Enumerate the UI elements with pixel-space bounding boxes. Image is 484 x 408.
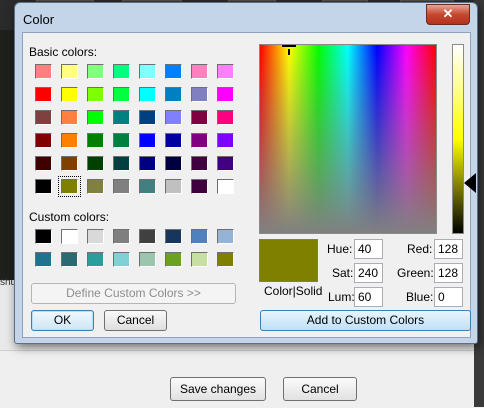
custom-color-swatch[interactable] bbox=[165, 229, 182, 244]
basic-color-swatch[interactable] bbox=[191, 87, 208, 102]
basic-color-swatch[interactable] bbox=[165, 110, 182, 125]
blue-field[interactable]: 0 bbox=[434, 287, 463, 307]
basic-color-swatch[interactable] bbox=[35, 156, 52, 171]
basic-color-swatch[interactable] bbox=[113, 87, 130, 102]
basic-color-swatch[interactable] bbox=[58, 176, 81, 197]
basic-color-swatch[interactable] bbox=[139, 110, 156, 125]
basic-color-swatch[interactable] bbox=[61, 87, 78, 102]
custom-color-swatch[interactable] bbox=[217, 252, 234, 267]
basic-color-swatch[interactable] bbox=[35, 87, 52, 102]
dialog-client-area: Basic colors: Custom colors: Define Cust… bbox=[22, 32, 476, 338]
custom-color-swatch[interactable] bbox=[61, 252, 78, 267]
basic-color-swatch[interactable] bbox=[191, 110, 208, 125]
close-button[interactable]: ✕ bbox=[426, 4, 470, 25]
basic-color-swatch[interactable] bbox=[139, 133, 156, 148]
blue-label: Blue: bbox=[406, 290, 434, 304]
red-label: Red: bbox=[407, 242, 433, 256]
basic-color-swatch[interactable] bbox=[87, 133, 104, 148]
basic-color-swatch[interactable] bbox=[139, 179, 156, 194]
basic-color-swatch[interactable] bbox=[139, 64, 156, 79]
add-to-custom-colors-button[interactable]: Add to Custom Colors bbox=[260, 310, 471, 331]
basic-color-swatch[interactable] bbox=[191, 179, 208, 194]
dialog-title: Color bbox=[23, 12, 55, 27]
basic-color-swatch[interactable] bbox=[87, 110, 104, 125]
define-custom-colors-button[interactable]: Define Custom Colors >> bbox=[31, 283, 236, 304]
basic-color-swatch[interactable] bbox=[191, 133, 208, 148]
luminosity-slider[interactable] bbox=[452, 44, 464, 234]
basic-color-swatch[interactable] bbox=[113, 179, 130, 194]
sat-field[interactable]: 240 bbox=[354, 263, 383, 283]
basic-color-swatch[interactable] bbox=[35, 179, 52, 194]
basic-color-swatch[interactable] bbox=[165, 133, 182, 148]
luminosity-arrow-icon[interactable] bbox=[464, 173, 476, 193]
color-preview bbox=[259, 239, 318, 282]
basic-color-swatch[interactable] bbox=[35, 133, 52, 148]
green-label: Green: bbox=[397, 266, 434, 280]
hue-label: Hue: bbox=[327, 242, 353, 256]
basic-color-swatch[interactable] bbox=[217, 179, 234, 194]
custom-color-swatch[interactable] bbox=[139, 252, 156, 267]
basic-color-swatch[interactable] bbox=[165, 87, 182, 102]
basic-color-swatch[interactable] bbox=[165, 156, 182, 171]
basic-color-swatch[interactable] bbox=[217, 87, 234, 102]
close-icon: ✕ bbox=[442, 6, 454, 21]
lum-label: Lum: bbox=[328, 290, 355, 304]
custom-colors-label: Custom colors: bbox=[29, 210, 110, 224]
custom-color-swatch[interactable] bbox=[113, 252, 130, 267]
custom-color-swatch[interactable] bbox=[191, 252, 208, 267]
basic-color-swatch[interactable] bbox=[35, 64, 52, 79]
custom-color-swatch[interactable] bbox=[87, 252, 104, 267]
hue-field[interactable]: 40 bbox=[354, 239, 383, 259]
basic-color-swatch[interactable] bbox=[87, 156, 104, 171]
basic-color-swatch[interactable] bbox=[139, 87, 156, 102]
basic-color-swatch[interactable] bbox=[191, 64, 208, 79]
basic-colors-label: Basic colors: bbox=[29, 45, 98, 59]
crosshair-icon bbox=[288, 49, 290, 55]
custom-color-swatch[interactable] bbox=[191, 229, 208, 244]
color-spectrum[interactable] bbox=[259, 44, 437, 234]
basic-color-swatch[interactable] bbox=[165, 64, 182, 79]
basic-color-swatch[interactable] bbox=[87, 64, 104, 79]
basic-color-swatch[interactable] bbox=[35, 110, 52, 125]
background-cancel-button[interactable]: Cancel bbox=[283, 377, 357, 401]
basic-color-swatch[interactable] bbox=[87, 179, 104, 194]
custom-color-swatch[interactable] bbox=[35, 229, 52, 244]
custom-color-swatch[interactable] bbox=[35, 252, 52, 267]
basic-color-swatch[interactable] bbox=[113, 64, 130, 79]
custom-color-swatch[interactable] bbox=[139, 229, 156, 244]
basic-color-swatch[interactable] bbox=[113, 133, 130, 148]
green-field[interactable]: 128 bbox=[434, 263, 463, 283]
cancel-button[interactable]: Cancel bbox=[104, 310, 167, 331]
sat-label: Sat: bbox=[332, 266, 354, 280]
custom-color-swatch[interactable] bbox=[165, 252, 182, 267]
basic-color-swatch[interactable] bbox=[217, 110, 234, 125]
custom-color-swatch[interactable] bbox=[87, 229, 104, 244]
custom-color-swatch[interactable] bbox=[113, 229, 130, 244]
save-changes-button[interactable]: Save changes bbox=[170, 377, 266, 401]
basic-color-swatch[interactable] bbox=[61, 64, 78, 79]
red-field[interactable]: 128 bbox=[434, 239, 463, 259]
basic-color-swatch[interactable] bbox=[61, 110, 78, 125]
basic-color-swatch[interactable] bbox=[87, 87, 104, 102]
basic-color-swatch[interactable] bbox=[191, 156, 208, 171]
basic-color-swatch[interactable] bbox=[217, 133, 234, 148]
color-solid-label: Color|Solid bbox=[264, 284, 323, 298]
basic-color-swatch[interactable] bbox=[61, 133, 78, 148]
crosshair-icon bbox=[282, 45, 296, 47]
basic-color-swatch[interactable] bbox=[165, 179, 182, 194]
lum-field[interactable]: 60 bbox=[354, 287, 383, 307]
dialog-titlebar[interactable]: Color ✕ bbox=[15, 3, 477, 33]
ok-button[interactable]: OK bbox=[31, 310, 94, 331]
basic-color-swatch[interactable] bbox=[217, 156, 234, 171]
custom-color-swatch[interactable] bbox=[61, 229, 78, 244]
basic-color-swatch[interactable] bbox=[61, 156, 78, 171]
custom-color-swatch[interactable] bbox=[217, 229, 234, 244]
basic-color-swatch[interactable] bbox=[113, 156, 130, 171]
basic-color-swatch[interactable] bbox=[113, 110, 130, 125]
basic-color-swatch[interactable] bbox=[217, 64, 234, 79]
color-dialog: Color ✕ Basic colors: Custom colors: Def… bbox=[14, 2, 478, 344]
basic-color-swatch[interactable] bbox=[139, 156, 156, 171]
